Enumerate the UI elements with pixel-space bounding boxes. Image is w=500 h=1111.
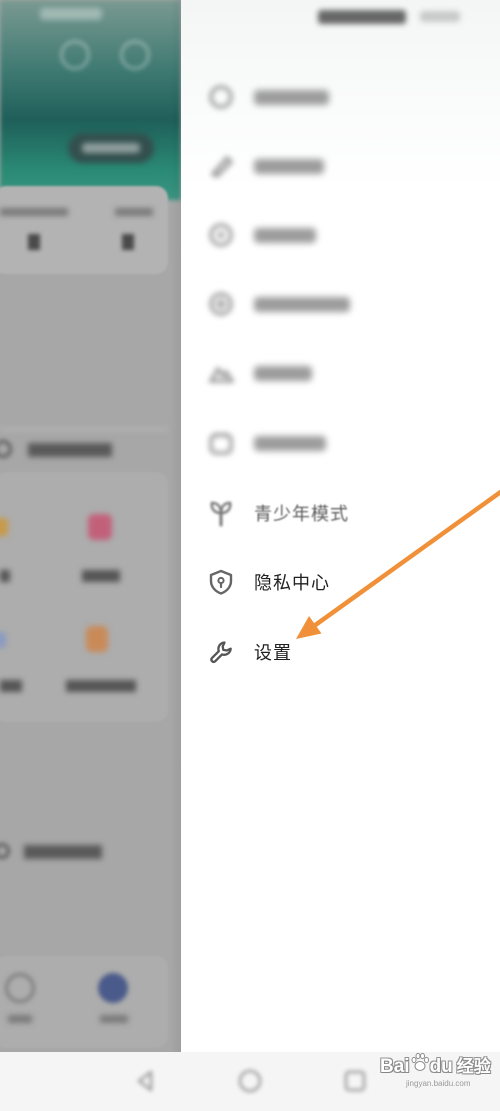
recent-apps-icon[interactable] — [342, 1068, 368, 1094]
menu-item-label-blurred — [254, 89, 329, 105]
menu-item-label-blurred — [254, 227, 316, 243]
menu-item-label: 设置 — [254, 643, 292, 664]
status-bar-time — [420, 11, 460, 22]
menu-item-label-blurred — [254, 158, 324, 174]
menu-item-label: 隐私中心 — [254, 573, 330, 594]
menu-item-privacy-center[interactable]: 隐私中心 — [198, 557, 488, 607]
watermark-url: jingyan.baidu.com — [406, 1079, 471, 1088]
menu-item-label-blurred — [254, 435, 326, 451]
app-divider — [0, 428, 168, 431]
menu-item-5[interactable] — [198, 348, 488, 398]
back-icon[interactable] — [132, 1068, 158, 1094]
app-grid-icon — [86, 626, 108, 652]
app-stats-number — [122, 234, 134, 250]
app-section-icon — [0, 440, 12, 458]
app-section-icon — [0, 843, 10, 859]
wrench-icon — [204, 635, 238, 669]
app-stats-caption — [0, 208, 68, 216]
watermark-brand-left: Bai — [380, 1056, 410, 1077]
app-tab-icon — [98, 973, 128, 1003]
app-grid-label — [0, 680, 22, 692]
blurred-icon — [204, 218, 238, 252]
app-stats-number — [28, 234, 40, 250]
app-header-banner — [0, 0, 181, 200]
status-bar-icons — [318, 10, 406, 24]
app-section-title — [24, 845, 102, 859]
menu-item-label: 青少年模式 — [254, 504, 349, 525]
app-grid-icon — [0, 518, 8, 536]
sapling-icon — [204, 496, 238, 530]
home-icon[interactable] — [237, 1068, 263, 1094]
menu-item-4[interactable] — [198, 279, 488, 329]
app-tab-label — [8, 1015, 32, 1023]
app-tab-icon — [5, 973, 35, 1003]
app-dim-overlay[interactable] — [0, 0, 181, 1052]
app-grid-label — [66, 680, 136, 692]
app-grid-label — [82, 570, 120, 582]
app-stats-card — [0, 186, 168, 274]
app-grid-icon — [88, 514, 112, 540]
app-status-bar — [40, 8, 102, 20]
menu-item-label-blurred — [254, 296, 350, 312]
app-section-title — [28, 443, 112, 457]
app-header-icon — [120, 40, 150, 70]
watermark-brand-right: du — [429, 1056, 453, 1077]
menu-item-3[interactable] — [198, 210, 488, 260]
baidu-jingyan-watermark: Bai du 经验 jingyan.baidu.com — [380, 1052, 498, 1106]
blurred-icon — [204, 149, 238, 183]
watermark-suffix: 经验 — [456, 1057, 491, 1076]
blurred-icon — [204, 287, 238, 321]
menu-item-youth-mode[interactable]: 青少年模式 — [198, 488, 488, 538]
paw-icon — [411, 1052, 429, 1072]
menu-item-1[interactable] — [198, 72, 488, 122]
app-edge-shadow — [170, 0, 181, 1052]
blurred-icon — [204, 356, 238, 390]
shield-lock-icon — [204, 565, 238, 599]
app-header-icon — [60, 40, 90, 70]
menu-item-settings[interactable]: 设置 — [198, 627, 488, 677]
app-tab-label — [100, 1015, 128, 1023]
app-stats-caption — [115, 208, 153, 216]
phone-screen: 青少年模式 隐私中心 设置 Bai du 经验 jingyan.baidu.co… — [0, 0, 500, 1111]
menu-item-label-blurred — [254, 365, 312, 381]
blurred-icon — [204, 80, 238, 114]
blurred-icon — [204, 426, 238, 460]
app-grid-label — [0, 570, 10, 582]
watermark-brand: Bai du 经验 — [380, 1052, 498, 1078]
menu-item-2[interactable] — [198, 141, 488, 191]
app-grid-icon — [0, 632, 6, 648]
menu-item-6[interactable] — [198, 418, 488, 468]
app-header-pill-text — [82, 143, 140, 153]
